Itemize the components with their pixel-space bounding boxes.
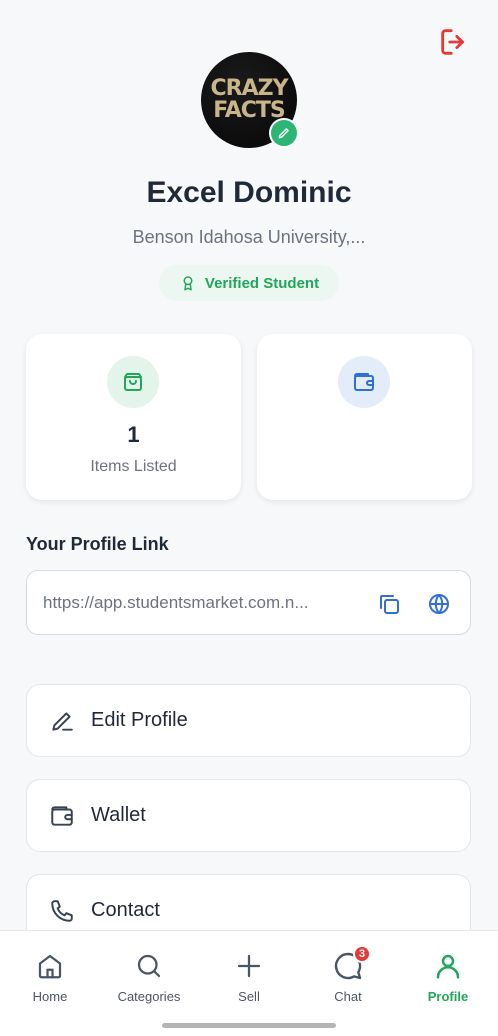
items-icon-circle xyxy=(107,356,159,408)
edit-icon xyxy=(52,711,73,731)
profile-link-url[interactable]: https://app.studentsmarket.com.n... xyxy=(43,593,363,613)
nav-home-label: Home xyxy=(32,989,68,1004)
nav-home[interactable]: Home xyxy=(0,949,100,1009)
avatar[interactable]: CRAZY FACTS xyxy=(201,52,299,148)
user-icon xyxy=(436,954,460,979)
nav-chat-label: Chat xyxy=(334,989,362,1004)
profile-university: Benson Idahosa University,... xyxy=(132,227,366,247)
plus-icon xyxy=(237,954,261,978)
menu-edit-profile-label: Edit Profile xyxy=(91,709,188,731)
chat-badge: 3 xyxy=(353,945,371,963)
avatar-edit-button[interactable] xyxy=(269,118,299,148)
wallet-icon xyxy=(354,373,374,391)
bottom-nav: Home Categories Sell 3 Chat Profile xyxy=(0,930,498,1036)
award-icon xyxy=(183,276,193,291)
copy-icon xyxy=(380,595,399,614)
home-icon xyxy=(38,954,62,979)
verified-badge: Verified Student xyxy=(159,265,339,301)
nav-sell[interactable]: Sell xyxy=(199,949,299,1009)
search-icon xyxy=(137,954,161,978)
avatar-text-line2: FACTS xyxy=(213,98,286,123)
globe-icon xyxy=(429,594,449,614)
items-listed-card[interactable]: 1 Items Listed xyxy=(26,334,241,500)
copy-link-button[interactable] xyxy=(376,591,402,617)
nav-profile[interactable]: Profile xyxy=(398,949,498,1009)
home-indicator xyxy=(162,1023,336,1028)
nav-profile-label: Profile xyxy=(427,989,469,1004)
logout-icon xyxy=(441,29,464,55)
profile-screen: CRAZY FACTS Excel Dominic Benson Idahosa… xyxy=(0,0,498,1036)
nav-chat[interactable]: 3 Chat xyxy=(298,945,398,1009)
pencil-icon xyxy=(278,128,289,139)
wallet-card[interactable] xyxy=(257,334,472,500)
items-listed-label: Items Listed xyxy=(90,458,177,475)
open-link-button[interactable] xyxy=(426,591,452,617)
menu-contact-label: Contact xyxy=(91,899,160,921)
phone-icon xyxy=(51,899,73,922)
nav-sell-label: Sell xyxy=(238,989,260,1004)
avatar-text-line1: CRAZY xyxy=(210,76,289,101)
menu-wallet[interactable]: Wallet xyxy=(26,779,471,852)
nav-categories-label: Categories xyxy=(117,989,181,1004)
profile-name: Excel Dominic xyxy=(146,176,352,209)
wallet-icon xyxy=(51,805,73,826)
menu-edit-profile[interactable]: Edit Profile xyxy=(26,684,471,757)
profile-link-box: https://app.studentsmarket.com.n... xyxy=(26,570,471,635)
wallet-icon-circle xyxy=(338,356,390,408)
shopping-bag-icon xyxy=(124,373,142,391)
menu-wallet-label: Wallet xyxy=(91,804,146,826)
profile-link-title: Your Profile Link xyxy=(26,534,169,554)
nav-categories[interactable]: Categories xyxy=(99,949,199,1009)
verified-label: Verified Student xyxy=(204,274,320,292)
logout-button[interactable] xyxy=(436,24,472,60)
items-listed-value: 1 xyxy=(127,422,140,447)
